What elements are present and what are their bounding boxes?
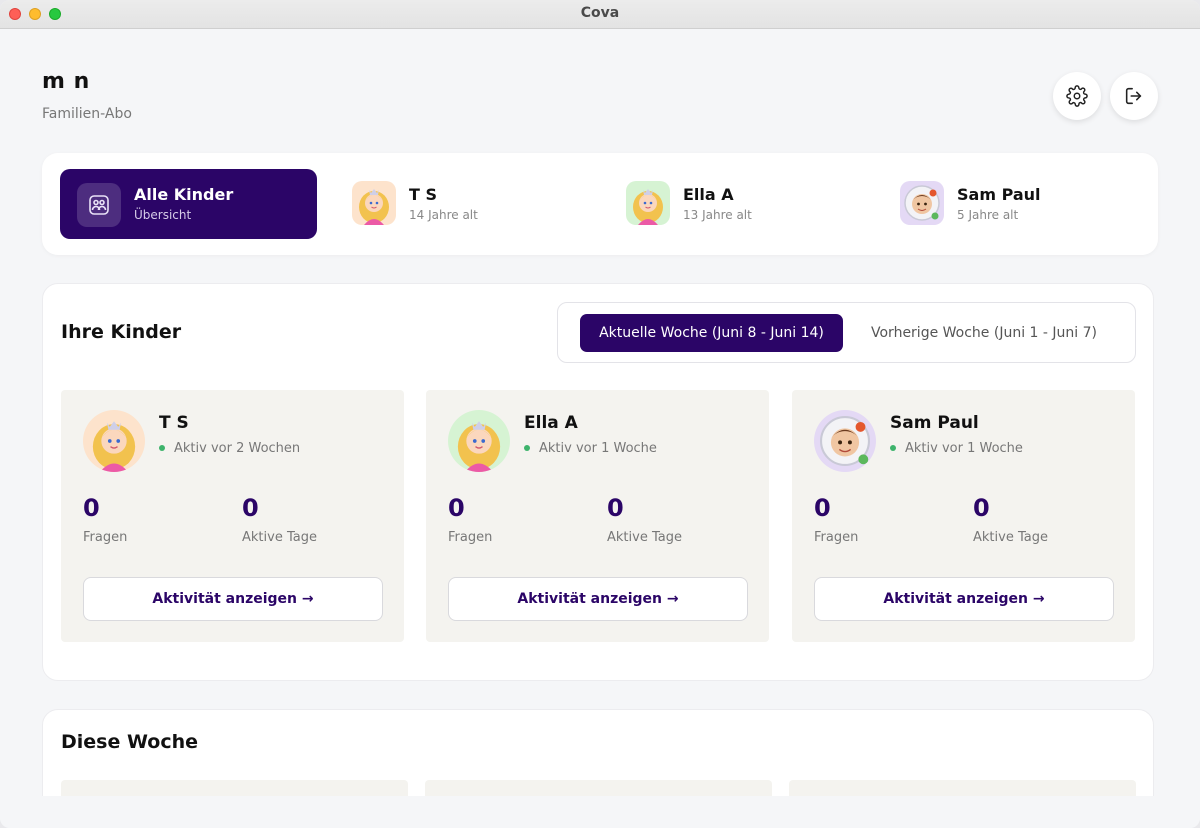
app-window: Cova m n Familien-Abo Alle Kinder Übersi… xyxy=(0,0,1200,828)
active-days-label: Aktive Tage xyxy=(607,530,682,545)
all-children-subtitle: Übersicht xyxy=(134,208,192,222)
child-age: 13 Jahre alt xyxy=(683,208,752,222)
window-bottom-edge xyxy=(0,796,1200,828)
child-name: T S xyxy=(409,185,438,204)
active-days-count: 0 xyxy=(607,494,624,522)
activity-status: Aktiv vor 1 Woche xyxy=(890,441,1023,456)
status-dot xyxy=(524,444,530,451)
section-title: Ihre Kinder xyxy=(61,321,182,343)
child-tab-sam[interactable]: Sam Paul 5 Jahre alt xyxy=(900,169,1120,239)
child-selector: Alle Kinder Übersicht T S 14 Jahre alt E… xyxy=(42,153,1158,255)
view-activity-button[interactable]: Aktivität anzeigen → xyxy=(83,577,383,621)
previous-week-tab[interactable]: Vorherige Woche (Juni 1 - Juni 7) xyxy=(852,314,1116,352)
user-name: m n xyxy=(42,69,90,94)
avatar xyxy=(83,410,145,472)
questions-label: Fragen xyxy=(83,530,128,545)
child-age: 5 Jahre alt xyxy=(957,208,1019,222)
view-activity-button[interactable]: Aktivität anzeigen → xyxy=(448,577,748,621)
active-days-label: Aktive Tage xyxy=(973,530,1048,545)
settings-button[interactable] xyxy=(1053,72,1101,120)
avatar xyxy=(814,410,876,472)
kids-overview-card: Ihre Kinder Aktuelle Woche (Juni 8 - Jun… xyxy=(42,283,1154,681)
avatar xyxy=(352,181,396,225)
child-age: 14 Jahre alt xyxy=(409,208,478,222)
avatar xyxy=(626,181,670,225)
child-name: Ella A xyxy=(683,185,734,204)
current-week-tab[interactable]: Aktuelle Woche (Juni 8 - Juni 14) xyxy=(580,314,843,352)
status-dot xyxy=(890,444,896,451)
active-days-count: 0 xyxy=(973,494,990,522)
status-text: Aktiv vor 1 Woche xyxy=(539,441,657,456)
all-children-tab[interactable]: Alle Kinder Übersicht xyxy=(60,169,317,239)
questions-label: Fragen xyxy=(814,530,859,545)
active-days-count: 0 xyxy=(242,494,259,522)
questions-count: 0 xyxy=(448,494,465,522)
all-children-title: Alle Kinder xyxy=(134,185,234,204)
family-icon xyxy=(77,183,121,227)
title-bar: Cova xyxy=(0,0,1200,29)
child-name: Ella A xyxy=(524,413,578,433)
avatar xyxy=(900,181,944,225)
avatar xyxy=(448,410,510,472)
child-name: Sam Paul xyxy=(957,185,1041,204)
status-dot xyxy=(159,444,165,451)
questions-count: 0 xyxy=(814,494,831,522)
view-activity-button[interactable]: Aktivität anzeigen → xyxy=(814,577,1114,621)
logout-icon xyxy=(1125,87,1142,105)
child-card-sam: Sam Paul Aktiv vor 1 Woche 0 Fragen 0 Ak… xyxy=(792,390,1135,642)
child-tab-ella[interactable]: Ella A 13 Jahre alt xyxy=(626,169,846,239)
subscription-plan: Familien-Abo xyxy=(42,106,132,122)
questions-count: 0 xyxy=(83,494,100,522)
activity-status: Aktiv vor 1 Woche xyxy=(524,441,657,456)
questions-label: Fragen xyxy=(448,530,493,545)
logout-button[interactable] xyxy=(1110,72,1158,120)
child-card-ella: Ella A Aktiv vor 1 Woche 0 Fragen 0 Akti… xyxy=(426,390,769,642)
active-days-label: Aktive Tage xyxy=(242,530,317,545)
child-tab-ts[interactable]: T S 14 Jahre alt xyxy=(352,169,572,239)
window-title: Cova xyxy=(580,5,620,21)
status-text: Aktiv vor 1 Woche xyxy=(905,441,1023,456)
child-name: Sam Paul xyxy=(890,413,979,433)
week-toggle: Aktuelle Woche (Juni 8 - Juni 14) Vorher… xyxy=(557,302,1136,363)
child-name: T S xyxy=(159,413,189,433)
status-text: Aktiv vor 2 Wochen xyxy=(174,441,301,456)
gear-icon xyxy=(1066,85,1088,107)
child-card-ts: T S Aktiv vor 2 Wochen 0 Fragen 0 Aktive… xyxy=(61,390,404,642)
section-title: Diese Woche xyxy=(61,731,198,753)
activity-status: Aktiv vor 2 Wochen xyxy=(159,441,300,456)
